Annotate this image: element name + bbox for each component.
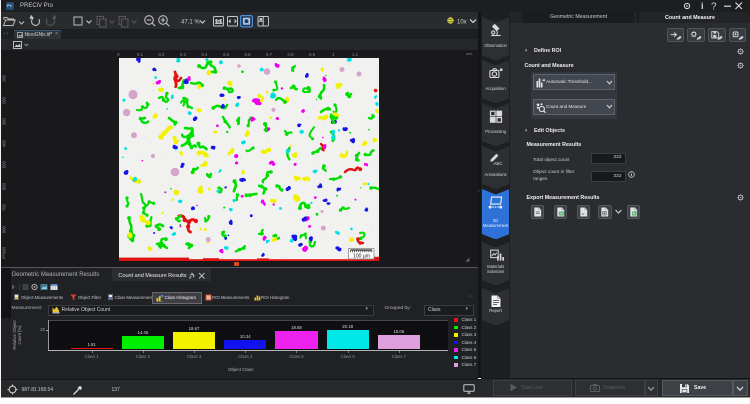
svg-text:w: w [581,211,584,215]
svg-text:?: ? [711,2,717,13]
svg-text:1:1: 1:1 [215,20,222,26]
svg-text:47.1 %: 47.1 % [181,19,200,25]
svg-text:i: i [701,1,704,11]
svg-text:100 µm: 100 µm [353,253,370,259]
svg-text:ABC: ABC [493,161,503,166]
svg-text:10x: 10x [457,20,467,26]
